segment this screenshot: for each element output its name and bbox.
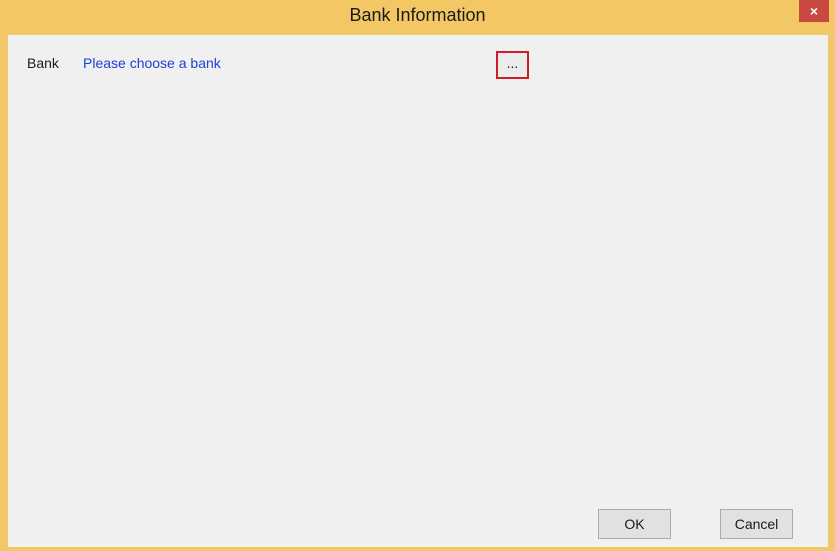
ellipsis-icon: ... xyxy=(506,55,519,71)
close-icon: × xyxy=(809,3,819,19)
browse-bank-button[interactable]: ... xyxy=(496,51,529,79)
cancel-button[interactable]: Cancel xyxy=(720,509,793,539)
close-button[interactable]: × xyxy=(799,0,829,22)
bank-information-dialog: Bank Information × Bank Please choose a … xyxy=(0,0,835,551)
ok-button[interactable]: OK xyxy=(598,509,671,539)
choose-bank-link[interactable]: Please choose a bank xyxy=(83,55,221,71)
title-bar[interactable]: Bank Information × xyxy=(0,0,835,31)
bank-label: Bank xyxy=(27,55,59,71)
window-title: Bank Information xyxy=(349,5,486,25)
dialog-content: Bank Please choose a bank ... OK Cancel xyxy=(8,35,828,547)
